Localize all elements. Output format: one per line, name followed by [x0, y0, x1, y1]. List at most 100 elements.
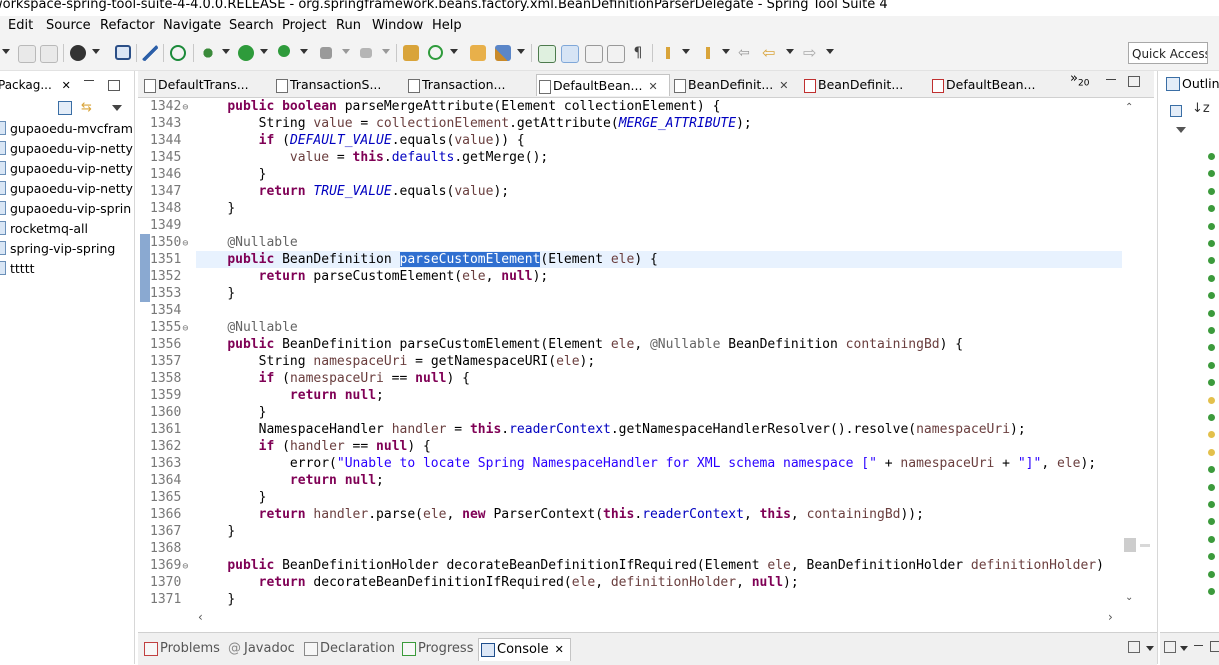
outline-tab-label[interactable]: Outline [1182, 74, 1219, 94]
next-annotation-icon[interactable] [660, 45, 676, 61]
list-item[interactable]: gupaoedu-vip-netty [0, 140, 133, 158]
scroll-down-icon[interactable]: ⌄ [1125, 592, 1133, 603]
toggle-block-selection-icon[interactable] [585, 45, 603, 63]
open-type-icon[interactable] [470, 45, 486, 61]
stop-icon[interactable] [320, 47, 332, 59]
save-all-icon[interactable] [40, 45, 58, 63]
close-icon[interactable]: ✕ [648, 80, 657, 93]
outline-member-icon[interactable] [1208, 153, 1215, 160]
fold-toggle-icon[interactable]: ⊖ [182, 102, 188, 113]
outline-member-icon[interactable] [1208, 466, 1215, 474]
menu-refactor[interactable]: Refactor [100, 18, 155, 34]
editor-tab[interactable]: Transaction... [406, 74, 534, 96]
outline-member-icon[interactable] [1208, 588, 1215, 595]
search-icon[interactable] [495, 45, 511, 61]
fold-toggle-icon[interactable]: ⊖ [182, 238, 188, 249]
maximize-icon[interactable] [1210, 641, 1219, 652]
list-item[interactable]: gupaoedu-vip-netty [0, 160, 133, 178]
open-task-icon[interactable] [538, 45, 556, 63]
menu-edit[interactable]: Edit [8, 18, 33, 34]
new-dropdown-icon[interactable] [2, 49, 10, 54]
maximize-icon[interactable] [1128, 76, 1140, 87]
list-item[interactable]: rocketmq-all [0, 220, 88, 238]
spring-boot-icon[interactable] [170, 45, 186, 61]
run-dropdown-icon[interactable] [260, 49, 268, 54]
menu-search[interactable]: Search [229, 18, 274, 34]
editor-tab-active[interactable]: DefaultBean... ✕ [536, 74, 670, 96]
code-editor[interactable]: 1342⊖ 1343 1344 1345 1346 1347 1348 1349 1350⊖ 13… [138, 98, 1152, 608]
tab-console[interactable]: Console ✕ [478, 638, 571, 661]
editor-tab[interactable]: BeanDefinit... ✕ [672, 74, 800, 96]
editor-tab[interactable]: DefaultTrans... [142, 74, 272, 96]
outline-member-icon[interactable] [1208, 240, 1215, 247]
editor-horizontal-scrollbar[interactable]: ‹ › [196, 610, 1122, 626]
editor-tab[interactable]: BeanDefinit... [802, 74, 928, 96]
scroll-left-icon[interactable]: ‹ [198, 610, 203, 624]
outline-member-icon[interactable] [1208, 292, 1215, 300]
collapse-all-icon[interactable] [1170, 105, 1182, 117]
outline-member-icon[interactable] [1208, 205, 1215, 213]
menu-source[interactable]: Source [46, 18, 91, 34]
tab-declaration[interactable]: Declaration [302, 638, 395, 660]
pin-console-icon[interactable] [1164, 641, 1176, 653]
last-edit-icon[interactable]: ⇦ [738, 45, 754, 61]
outline-member-icon[interactable] [1208, 448, 1215, 456]
editor-vertical-scrollbar[interactable]: ⌃ ⌄ [1122, 98, 1138, 608]
forward-dropdown-icon[interactable] [826, 49, 834, 54]
previous-annotation-icon[interactable] [700, 45, 716, 61]
collapse-all-icon[interactable] [58, 101, 72, 115]
close-icon[interactable]: ✕ [555, 643, 564, 656]
run-icon[interactable] [238, 45, 254, 61]
outline-member-icon[interactable] [1208, 518, 1215, 526]
list-item[interactable]: gupaoedu-vip-sprin [0, 200, 131, 218]
outline-member-icon[interactable] [1208, 170, 1215, 178]
debug-icon[interactable] [200, 45, 216, 61]
outline-member-icon[interactable] [1208, 396, 1215, 404]
skip-breakpoints-icon[interactable] [142, 45, 158, 61]
show-whitespace-icon[interactable] [607, 45, 625, 63]
view-menu-icon[interactable] [112, 105, 122, 111]
close-icon[interactable]: ✕ [62, 79, 71, 92]
package-explorer-tab[interactable]: Packag... ✕ [0, 74, 120, 96]
outline-member-icon[interactable] [1208, 483, 1215, 491]
outline-member-icon[interactable] [1208, 570, 1215, 578]
tab-progress[interactable]: Progress [400, 638, 473, 660]
outline-member-icon[interactable] [1208, 344, 1215, 352]
minimize-icon[interactable] [1106, 79, 1116, 80]
new-package-icon[interactable] [403, 45, 419, 61]
tab-problems[interactable]: Problems [142, 638, 220, 660]
minimize-icon[interactable] [84, 80, 94, 81]
refresh-icon[interactable] [428, 45, 443, 60]
outline-member-icon[interactable] [1208, 535, 1215, 543]
paragraph-icon[interactable]: ¶ [630, 45, 646, 61]
toggle-mark-occurrences-icon[interactable] [561, 45, 579, 63]
fold-toggle-icon[interactable]: ⊖ [182, 561, 188, 572]
outline-member-icon[interactable] [1208, 414, 1215, 421]
console-dropdown-icon[interactable] [1146, 646, 1154, 651]
outline-member-icon[interactable] [1208, 379, 1215, 387]
external-dropdown-icon[interactable] [300, 49, 308, 54]
outline-member-icon[interactable] [1208, 327, 1215, 334]
profile-icon[interactable] [70, 45, 86, 61]
outline-member-icon[interactable] [1208, 222, 1215, 230]
link-with-editor-icon[interactable]: ⇆ [81, 101, 95, 115]
menu-help[interactable]: Help [432, 18, 462, 34]
previous-annotation-dropdown-icon[interactable] [722, 49, 730, 54]
view-menu-icon[interactable] [1180, 646, 1188, 651]
outline-member-icon[interactable] [1208, 501, 1215, 508]
outline-member-icon[interactable] [1208, 553, 1215, 561]
list-item[interactable]: ttttt [0, 260, 35, 278]
back-icon[interactable]: ⇦ [762, 45, 778, 61]
quick-access-input[interactable]: Quick Access [1128, 42, 1208, 64]
debug-dropdown-icon[interactable] [222, 49, 230, 54]
tab-javadoc[interactable]: @ Javadoc [226, 638, 295, 660]
menu-window[interactable]: Window [372, 18, 423, 34]
outline-member-icon[interactable] [1208, 309, 1215, 317]
minimize-icon[interactable] [1194, 645, 1203, 646]
back-dropdown-icon[interactable] [786, 49, 794, 54]
scroll-up-icon[interactable]: ⌃ [1125, 102, 1133, 113]
scrollbar-thumb[interactable] [1124, 538, 1136, 552]
outline-member-icon[interactable] [1208, 257, 1215, 265]
menu-run[interactable]: Run [336, 18, 361, 34]
run-external-icon[interactable] [278, 45, 290, 57]
